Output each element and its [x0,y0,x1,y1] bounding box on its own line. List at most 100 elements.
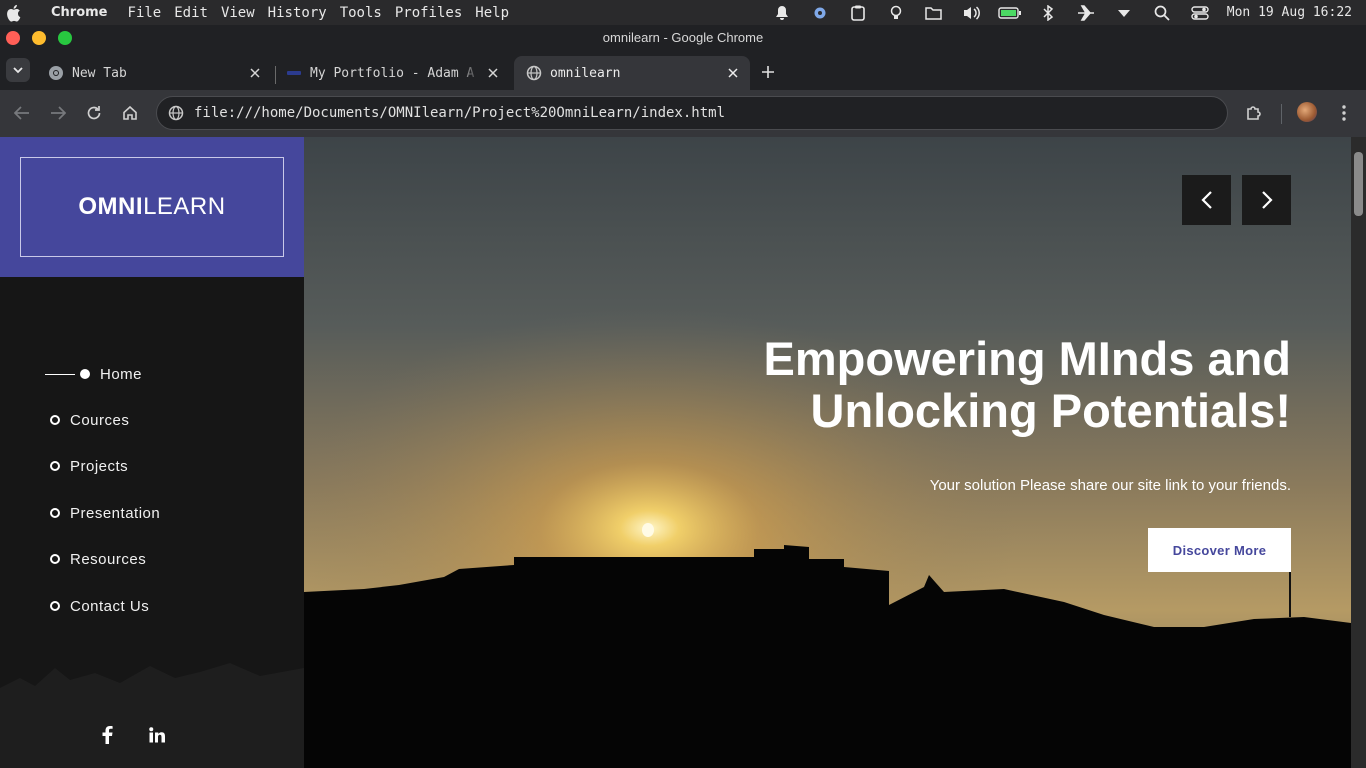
logo-light-text: LEARN [143,193,226,220]
system-menu-bar: Chrome File Edit View History Tools Prof… [0,0,1366,25]
nav-label: Resources [70,550,147,568]
menu-help[interactable]: Help [475,5,509,21]
clock[interactable]: Mon 19 Aug 16:22 [1227,5,1352,20]
nav-item-cources[interactable]: Cources [50,408,129,432]
chevron-right-icon [1261,191,1273,209]
browser-toolbar: file:///home/Documents/OMNIlearn/Project… [0,90,1366,137]
home-icon [123,105,137,120]
bullet-icon [50,601,60,611]
close-tab-icon[interactable] [482,62,504,84]
nav-item-presentation[interactable]: Presentation [50,501,160,525]
battery-icon[interactable] [991,0,1029,25]
notification-bell-icon[interactable] [763,0,801,25]
lightbulb-icon[interactable] [877,0,915,25]
menu-history[interactable]: History [268,5,327,21]
clipboard-icon[interactable] [839,0,877,25]
scrollbar-thumb[interactable] [1354,152,1363,216]
logo-bold-text: OMNI [78,193,144,220]
kebab-menu-icon [1342,105,1346,121]
bullet-icon [50,415,60,425]
url-text[interactable]: file:///home/Documents/OMNIlearn/Project… [194,105,725,121]
menu-view[interactable]: View [221,5,255,21]
tab-title: My Portfolio - Adam A [310,65,475,81]
back-arrow-icon [14,106,29,120]
site-info-icon[interactable] [166,103,186,123]
site-logo[interactable]: OMNI LEARN [20,157,284,257]
web-page: OMNI LEARN Home Cources Projects Presenta… [0,137,1366,768]
wifi-dropdown-icon[interactable] [1105,0,1143,25]
linkedin-icon[interactable] [145,723,169,747]
profile-avatar[interactable] [1297,102,1317,122]
apple-menu-icon[interactable] [1,0,25,25]
home-button[interactable] [117,100,143,126]
chevron-down-icon [13,67,23,74]
site-sidebar: OMNI LEARN Home Cources Projects Presenta… [0,137,304,768]
address-bar[interactable]: file:///home/Documents/OMNIlearn/Project… [156,96,1228,130]
window-title: omnilearn - Google Chrome [602,30,764,45]
menu-file[interactable]: File [128,5,162,21]
airplane-icon[interactable] [1067,0,1105,25]
nav-label: Home [100,365,143,383]
tab-title: omnilearn [550,65,621,81]
tab-strip: New Tab My Portfolio - Adam A omnilearn [0,50,1366,90]
settings-gear-icon[interactable] [801,0,839,25]
globe-icon [526,65,542,81]
chevron-left-icon [1200,191,1212,209]
hero-slider: Empowering MInds and Unlocking Potential… [304,137,1351,768]
tab-omnilearn[interactable]: omnilearn [514,56,750,90]
forward-button[interactable] [45,100,71,126]
window-title-bar: omnilearn - Google Chrome [0,25,1366,50]
prev-slide-button[interactable] [1182,175,1231,225]
hero-headline: Empowering MInds and Unlocking Potential… [671,333,1291,437]
bullet-icon [50,461,60,471]
reload-button[interactable] [81,100,107,126]
minimize-window-button[interactable] [32,31,46,45]
folder-sync-icon[interactable] [915,0,953,25]
logo-block: OMNI LEARN [0,137,304,277]
nav-label: Presentation [70,504,161,522]
forward-arrow-icon [51,106,66,120]
reload-icon [87,106,101,120]
extensions-button[interactable] [1241,100,1267,126]
portfolio-favicon [286,65,302,81]
close-tab-icon[interactable] [244,62,266,84]
tab-my-portfolio[interactable]: My Portfolio - Adam A [274,56,510,90]
menu-edit[interactable]: Edit [174,5,208,21]
control-center-icon[interactable] [1181,0,1219,25]
page-scrollbar[interactable] [1351,137,1366,768]
nav-item-home[interactable]: Home [45,362,142,386]
search-icon[interactable] [1143,0,1181,25]
back-button[interactable] [9,100,35,126]
nav-label: Projects [70,457,129,475]
hero-subtitle: Your solution Please share our site link… [929,477,1291,494]
nav-label: Cources [70,411,130,429]
close-window-button[interactable] [6,31,20,45]
tab-new-tab[interactable]: New Tab [36,56,272,90]
next-slide-button[interactable] [1242,175,1291,225]
chrome-icon [48,65,64,81]
chrome-menu-button[interactable] [1331,100,1357,126]
nav-label: Contact Us [70,597,150,615]
bluetooth-icon[interactable] [1029,0,1067,25]
nav-item-resources[interactable]: Resources [50,547,146,571]
hero-headline-line-2: Unlocking Potentials! [810,384,1292,437]
close-tab-icon[interactable] [722,62,744,84]
tab-search-button[interactable] [6,58,30,82]
bullet-icon [50,508,60,518]
nav-item-contact-us[interactable]: Contact Us [50,594,149,618]
bullet-icon [80,369,90,379]
zoom-window-button[interactable] [58,31,72,45]
new-tab-button[interactable] [756,60,780,84]
menu-tools[interactable]: Tools [340,5,382,21]
volume-icon[interactable] [953,0,991,25]
status-area: Mon 19 Aug 16:22 [763,0,1366,25]
puzzle-piece-icon [1247,106,1261,120]
tab-title: New Tab [72,65,127,81]
bullet-icon [50,554,60,564]
menu-profiles[interactable]: Profiles [395,5,462,21]
facebook-icon[interactable] [95,723,119,747]
nav-item-projects[interactable]: Projects [50,454,128,478]
discover-more-button[interactable]: Discover More [1148,528,1291,572]
plus-icon [762,66,774,78]
active-app-name[interactable]: Chrome [51,5,108,20]
